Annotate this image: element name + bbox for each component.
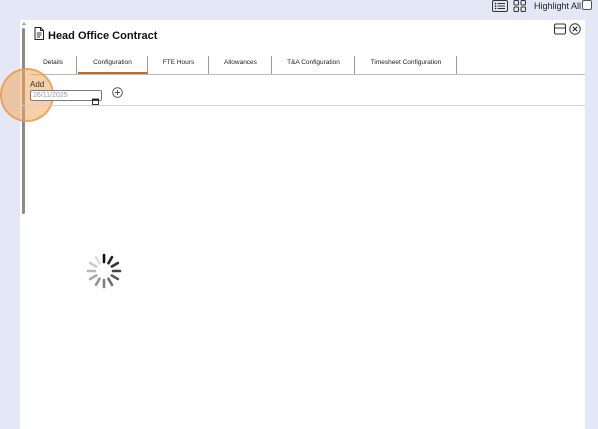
add-label: Add: [30, 80, 45, 89]
highlight-all-label: Highlight All: [534, 1, 582, 11]
grid-view-icon[interactable]: [513, 0, 529, 13]
date-field[interactable]: 26/11/2025: [30, 90, 102, 105]
tab-fte-hours[interactable]: FTE Hours: [149, 56, 209, 74]
tab-label: Details: [43, 59, 63, 66]
section-divider: [20, 105, 585, 106]
tab-label: Configuration: [93, 59, 132, 66]
date-value: 26/11/2025: [33, 92, 68, 99]
scroll-up-arrow-icon[interactable]: [22, 22, 26, 25]
tab-ta-configuration[interactable]: T&A Configuration: [273, 56, 355, 74]
calendar-icon[interactable]: [92, 92, 99, 105]
contract-panel: Head Office Contract Details Configurati…: [0, 20, 585, 429]
document-icon: [34, 27, 44, 45]
tab-label: T&A Configuration: [287, 59, 340, 66]
vertical-scrollbar[interactable]: [22, 22, 26, 222]
loading-spinner-icon: [84, 251, 124, 291]
list-view-icon[interactable]: [492, 0, 508, 13]
panel-header: Head Office Contract: [34, 27, 158, 45]
highlight-all-checkbox[interactable]: [582, 0, 592, 10]
tab-allowances[interactable]: Allowances: [210, 56, 272, 74]
tab-configuration[interactable]: Configuration: [78, 56, 148, 74]
add-circle-icon[interactable]: [112, 85, 123, 98]
tab-timesheet-configuration[interactable]: Timesheet Configuration: [356, 56, 457, 74]
close-circle-icon[interactable]: [569, 22, 581, 35]
tab-bar: Details Configuration FTE Hours Allowanc…: [30, 56, 585, 75]
tab-label: FTE Hours: [162, 59, 195, 66]
window-restore-icon[interactable]: [554, 22, 566, 35]
top-toolbar: Highlight All: [0, 0, 598, 14]
page-title: Head Office Contract: [48, 30, 158, 42]
tab-label: Timesheet Configuration: [370, 59, 442, 66]
tab-label: Allowances: [224, 59, 257, 66]
